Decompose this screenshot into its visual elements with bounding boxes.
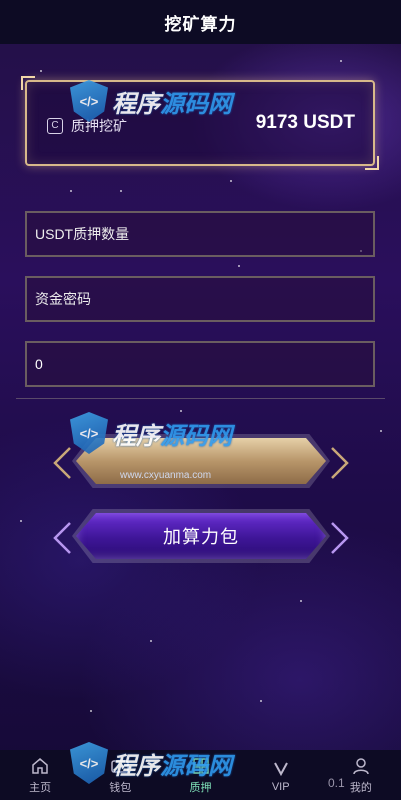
tab-profile-label: 我的 bbox=[349, 781, 372, 794]
site-watermark: </> 程序源码网 bbox=[70, 412, 232, 454]
tab-vip[interactable]: VIP bbox=[241, 750, 321, 800]
computing-power-input[interactable] bbox=[33, 355, 373, 373]
password-field-wrapper bbox=[25, 276, 375, 322]
computing-field-wrapper bbox=[25, 341, 375, 387]
right-chevron-icon bbox=[331, 447, 349, 479]
fund-password-input[interactable] bbox=[33, 290, 373, 308]
page-header: 挖矿算力 bbox=[0, 0, 401, 44]
right-chevron-icon bbox=[331, 522, 349, 554]
user-icon bbox=[353, 757, 369, 774]
watermark-logo-icon: </> bbox=[70, 412, 108, 454]
vip-icon bbox=[273, 762, 288, 776]
watermark-url: www.cxyuanma.com bbox=[120, 470, 212, 481]
tab-profile[interactable]: 我的 bbox=[321, 750, 401, 800]
tab-home[interactable]: 主页 bbox=[0, 750, 80, 800]
site-watermark: </> 程序源码网 bbox=[70, 80, 232, 122]
add-power-pack-button[interactable]: 加算力包 bbox=[52, 509, 350, 563]
tab-home-label: 主页 bbox=[29, 781, 52, 794]
amount-field-wrapper bbox=[25, 211, 375, 257]
watermark-logo-icon: </> bbox=[70, 742, 108, 784]
timer-overlay: 0.1 bbox=[328, 776, 345, 790]
left-chevron-icon bbox=[53, 447, 71, 479]
coin-icon: C bbox=[47, 118, 63, 134]
watermark-logo-icon: </> bbox=[70, 80, 108, 122]
usdt-amount-input[interactable] bbox=[33, 225, 373, 243]
site-watermark: </> 程序源码网 bbox=[70, 742, 232, 784]
left-chevron-icon bbox=[53, 522, 71, 554]
page-title: 挖矿算力 bbox=[164, 14, 237, 34]
tab-vip-label: VIP bbox=[271, 780, 290, 793]
home-icon bbox=[32, 757, 48, 774]
stake-value: 9173 USDT bbox=[255, 112, 355, 133]
add-power-pack-label: 加算力包 bbox=[76, 513, 326, 559]
section-divider bbox=[16, 398, 385, 399]
